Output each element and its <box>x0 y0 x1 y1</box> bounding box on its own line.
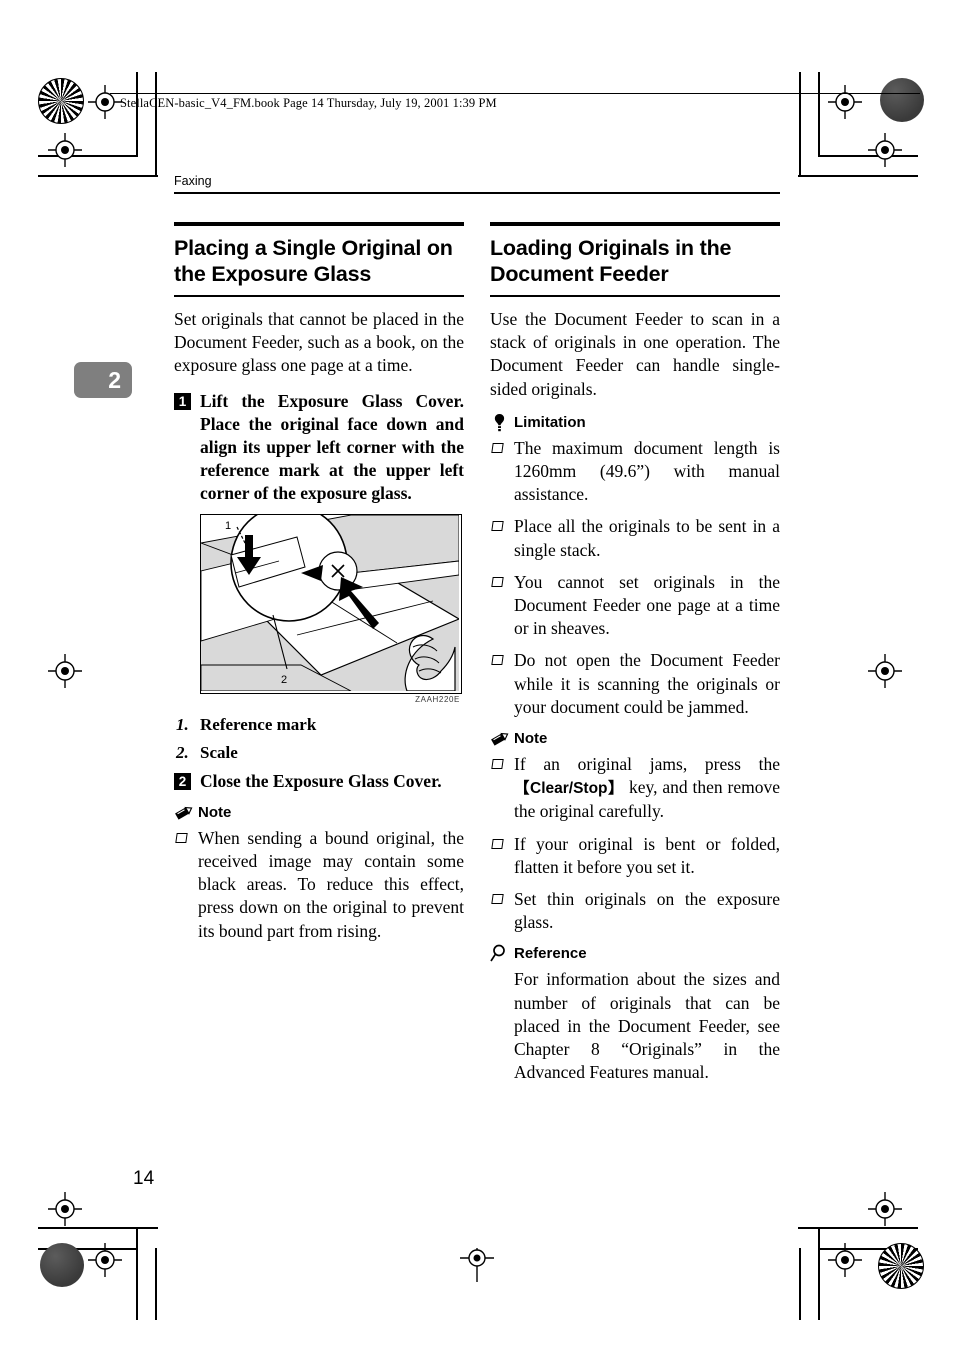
square-bullet-icon <box>491 576 504 587</box>
figure-legend: 1. Reference mark 2. Scale <box>174 714 464 763</box>
legend-item: 2. Scale <box>174 742 464 763</box>
square-bullet-icon <box>491 894 504 905</box>
square-bullet-icon <box>491 759 504 770</box>
section-rule-bottom <box>174 295 464 297</box>
reference-text: For information about the sizes and numb… <box>514 969 780 1083</box>
bullet-item: Set thin originals on the exposure glass… <box>490 888 780 934</box>
note-heading: Note <box>174 803 464 823</box>
bullet-item: If your original is bent or folded, flat… <box>490 833 780 879</box>
exposure-glass-illustration: 1 2 <box>201 514 461 692</box>
section-rule-bottom <box>490 295 780 297</box>
bullet-item: If an original jams, press the 【Clear/St… <box>490 753 780 824</box>
intro-paragraph-left: Set originals that cannot be placed in t… <box>174 309 464 376</box>
legend-number: 2. <box>176 742 189 762</box>
running-head-rule <box>174 192 780 194</box>
svg-text:2: 2 <box>281 674 287 686</box>
running-head: Faxing <box>174 174 212 188</box>
bullet-text: Do not open the Document Feeder while it… <box>514 650 780 717</box>
right-column: Loading Originals in the Document Feeder… <box>490 222 780 1084</box>
note-bullet-list: If an original jams, press the 【Clear/St… <box>490 753 780 934</box>
bullet-text: Set thin originals on the exposure glass… <box>514 889 780 933</box>
step-number-badge: 1 <box>174 392 191 410</box>
section-rule-top <box>490 222 780 226</box>
limitation-block: Limitation The maximum document length i… <box>490 413 780 719</box>
square-bullet-icon <box>491 838 504 849</box>
bullet-text: When sending a bound original, the recei… <box>198 827 464 941</box>
note-heading-label: Note <box>514 730 548 748</box>
figure-image: 1 2 <box>200 513 462 694</box>
bullet-item: Place all the originals to be sent in a … <box>490 515 780 561</box>
limitation-heading-label: Limitation <box>514 413 586 431</box>
note-block-right: Note If an original jams, press the 【Cle… <box>490 729 780 934</box>
left-column: Placing a Single Original on the Exposur… <box>174 222 464 952</box>
limitation-heading: Limitation <box>490 413 780 433</box>
step-number-badge: 2 <box>174 772 191 790</box>
page-title-left: Placing a Single Original on the Exposur… <box>174 236 453 286</box>
legend-label: Reference mark <box>200 714 317 734</box>
reference-heading-label: Reference <box>514 945 587 963</box>
legend-number: 1. <box>176 714 189 734</box>
legend-item: 1. Reference mark <box>174 714 464 735</box>
figure-code: ZAAH220E <box>415 694 460 704</box>
bullet-text-pre: If an original jams, press the <box>514 754 780 775</box>
reference-heading: Reference <box>490 944 780 964</box>
pencil-icon <box>174 803 194 822</box>
step-item: 2 Close the Exposure Glass Cover. <box>174 770 464 793</box>
limitation-bullet-list: The maximum document length is 1260mm (4… <box>490 437 780 719</box>
bullet-text: If your original is bent or folded, flat… <box>514 833 780 877</box>
chapter-tab: 2 <box>74 362 132 398</box>
pencil-icon <box>490 729 510 748</box>
bulb-icon <box>490 413 510 432</box>
bullet-item: The maximum document length is 1260mm (4… <box>490 437 780 507</box>
page-title-right: Loading Originals in the Document Feeder <box>490 236 732 286</box>
square-bullet-icon <box>491 442 504 453</box>
reference-block: Reference For information about the size… <box>490 944 780 1084</box>
note-heading-label: Note <box>198 803 232 821</box>
step-text: Lift the Exposure Glass Cover. Place the… <box>200 390 464 504</box>
note-bullet-list: When sending a bound original, the recei… <box>174 827 464 943</box>
clear-stop-keycap[interactable]: 【Clear/Stop】 <box>514 780 624 797</box>
svg-text:1: 1 <box>225 520 231 532</box>
legend-label: Scale <box>200 742 238 762</box>
bullet-text: Place all the originals to be sent in a … <box>514 516 780 560</box>
square-bullet-icon <box>491 521 504 532</box>
bullet-text: You cannot set originals in the Document… <box>514 571 780 639</box>
bullet-text: The maximum document length is 1260mm (4… <box>514 437 780 505</box>
document-page: Faxing 2 Placing a Single Original on th… <box>0 0 954 1348</box>
square-bullet-icon <box>175 832 188 843</box>
square-bullet-icon <box>491 655 504 666</box>
magnifier-icon <box>490 944 510 963</box>
page-number: 14 <box>133 1168 155 1189</box>
bullet-item: You cannot set originals in the Document… <box>490 571 780 641</box>
intro-paragraph-right: Use the Document Feeder to scan in a sta… <box>490 309 780 399</box>
note-block-left: Note When sending a bound original, the … <box>174 803 464 943</box>
step-item: 1 Lift the Exposure Glass Cover. Place t… <box>174 390 464 506</box>
note-heading: Note <box>490 729 780 749</box>
bullet-item: When sending a bound original, the recei… <box>174 827 464 943</box>
figure-exposure-glass: 1 2 ZAAH220E <box>200 513 462 704</box>
step-text: Close the Exposure Glass Cover. <box>200 770 442 791</box>
section-rule-top <box>174 222 464 226</box>
bullet-item: Do not open the Document Feeder while it… <box>490 649 780 719</box>
